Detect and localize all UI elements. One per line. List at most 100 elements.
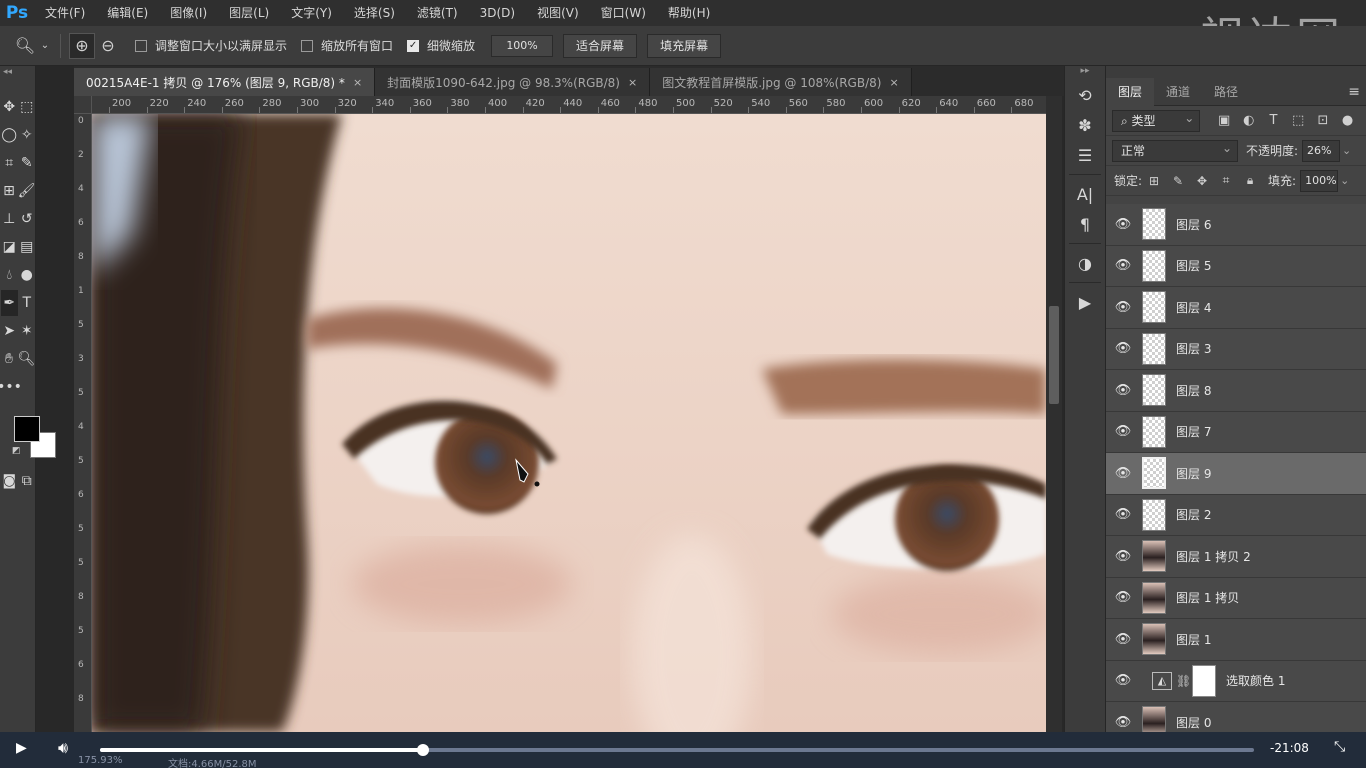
visibility-eye-icon[interactable]: 👁︎ — [1106, 258, 1140, 273]
menu-item-4[interactable]: 文字(Y) — [280, 0, 343, 26]
filter-smart-object-icon[interactable]: ⊡ — [1311, 113, 1336, 128]
play-icon[interactable]: ▶ — [16, 740, 27, 756]
tab-document-3[interactable]: 图文教程首屏模版.jpg @ 108%(RGB/8) × — [650, 68, 912, 96]
default-colors-icon[interactable]: ◩ — [12, 446, 21, 456]
layer-row[interactable]: 👁︎ 图层 6 — [1106, 204, 1366, 246]
resize-windows-checkbox[interactable]: 调整窗口大小以满屏显示 — [135, 37, 287, 54]
visibility-eye-icon[interactable]: 👁︎ — [1106, 300, 1140, 315]
zoom-tool-panel-icon[interactable]: 🔍︎ — [18, 346, 36, 372]
lasso-tool-icon[interactable]: ◯ — [1, 122, 18, 148]
menu-item-5[interactable]: 选择(S) — [343, 0, 406, 26]
volume-icon[interactable]: 🔊︎ — [58, 738, 68, 758]
tab-document-2[interactable]: 封面模版1090-642.jpg @ 98.3%(RGB/8) × — [375, 68, 651, 96]
close-icon[interactable]: × — [353, 76, 362, 89]
eyedropper-tool-icon[interactable]: ✎ — [19, 150, 36, 176]
clone-stamp-tool-icon[interactable]: ⊥ — [1, 206, 18, 232]
layer-mask-thumbnail[interactable] — [1192, 664, 1216, 697]
crop-tool-icon[interactable]: ⌗ — [1, 150, 18, 176]
foreground-color-swatch[interactable] — [14, 416, 40, 442]
layer-row[interactable]: 👁︎ 图层 4 — [1106, 287, 1366, 329]
blend-mode-select[interactable]: 正常 — [1112, 138, 1238, 162]
menu-item-0[interactable]: 文件(F) — [34, 0, 96, 26]
video-progress-bar[interactable] — [100, 744, 1254, 756]
layer-row[interactable]: 👁︎ 图层 7 — [1106, 411, 1366, 453]
menu-item-7[interactable]: 3D(D) — [469, 0, 526, 26]
visibility-eye-icon[interactable]: 👁︎ — [1106, 632, 1140, 647]
visibility-eye-icon[interactable]: 👁︎ — [1106, 673, 1140, 688]
visibility-eye-icon[interactable]: 👁︎ — [1106, 424, 1140, 439]
document-canvas[interactable] — [92, 114, 1046, 732]
paragraph-panel-icon[interactable]: ¶ — [1065, 209, 1105, 239]
video-progress-knob[interactable] — [417, 744, 430, 756]
menu-item-10[interactable]: 帮助(H) — [657, 0, 721, 26]
type-tool-icon[interactable]: T — [19, 290, 36, 316]
visibility-eye-icon[interactable]: 👁︎ — [1106, 383, 1140, 398]
layer-row[interactable]: 👁︎ 图层 9 — [1106, 453, 1366, 495]
collapse-arrows-icon[interactable]: ◂◂ — [0, 66, 35, 80]
layer-row[interactable]: 👁︎ 图层 1 拷贝 — [1106, 577, 1366, 619]
layer-row[interactable]: 👁︎ 图层 1 — [1106, 619, 1366, 661]
lock-transparent-pixels-icon[interactable]: ⊞ — [1142, 174, 1166, 188]
scrollbar-thumb[interactable] — [1049, 306, 1059, 404]
visibility-eye-icon[interactable]: 👁︎ — [1106, 715, 1140, 730]
tab-paths[interactable]: 路径 — [1202, 78, 1250, 106]
layer-row[interactable]: 👁︎ ◭ ⛓︎ 选取颜色 1 — [1106, 660, 1366, 702]
eraser-tool-icon[interactable]: ◪ — [1, 234, 18, 260]
zoom-100-button[interactable]: 100% — [491, 34, 554, 57]
visibility-eye-icon[interactable]: 👁︎ — [1106, 507, 1140, 522]
character-panel-icon[interactable]: A| — [1065, 179, 1105, 209]
layer-row[interactable]: 👁︎ 图层 5 — [1106, 245, 1366, 287]
scrubby-zoom-checkbox[interactable]: ✓ 细微缩放 — [407, 37, 475, 54]
tool-preset-chevron-icon[interactable]: ⌄ — [38, 33, 52, 59]
adjustments-panel-icon[interactable]: ☰ — [1065, 140, 1105, 170]
layer-row[interactable]: 👁︎ 图层 3 — [1106, 328, 1366, 370]
menu-item-3[interactable]: 图层(L) — [218, 0, 280, 26]
layer-row[interactable]: 👁︎ 图层 8 — [1106, 370, 1366, 412]
menu-item-9[interactable]: 窗口(W) — [590, 0, 657, 26]
healing-brush-tool-icon[interactable]: ⊞ — [1, 178, 17, 204]
collapse-arrows-icon[interactable]: ▸▸ — [1065, 66, 1105, 80]
panel-menu-icon[interactable]: ≡ — [1348, 84, 1360, 100]
hand-tool-icon[interactable]: ✋︎ — [1, 346, 17, 372]
gradient-tool-icon[interactable]: ▤ — [19, 234, 36, 260]
fill-screen-button[interactable]: 填充屏幕 — [647, 33, 722, 58]
quick-mask-icon[interactable]: ◙ — [1, 468, 18, 494]
filter-shape-icon[interactable]: ⬚ — [1286, 113, 1311, 128]
brush-tool-icon[interactable]: 🖌︎ — [18, 178, 36, 204]
close-icon[interactable]: × — [628, 76, 637, 89]
lock-all-icon[interactable]: 🔒︎ — [1238, 173, 1262, 188]
fullscreen-icon[interactable]: ⤡ — [1334, 739, 1345, 755]
blur-tool-icon[interactable]: 💧︎ — [1, 262, 18, 288]
opacity-dropdown-icon[interactable]: ⌄ — [1342, 144, 1356, 157]
properties-panel-icon[interactable]: ◑ — [1065, 248, 1105, 278]
path-selection-tool-icon[interactable]: ➤ — [1, 318, 18, 344]
screen-mode-icon[interactable]: ⧉ — [19, 468, 36, 494]
filter-adjustment-icon[interactable]: ◐ — [1236, 113, 1261, 128]
visibility-eye-icon[interactable]: 👁︎ — [1106, 590, 1140, 605]
fill-input[interactable]: 100% — [1300, 169, 1339, 192]
history-brush-tool-icon[interactable]: ↺ — [19, 206, 36, 232]
filter-type-icon[interactable]: T — [1261, 113, 1286, 128]
fit-screen-button[interactable]: 适合屏幕 — [563, 33, 638, 58]
zoom-in-icon[interactable]: ⊕ — [69, 32, 95, 59]
filter-pixel-icon[interactable]: ▣ — [1212, 113, 1237, 128]
marquee-tool-icon[interactable]: ⬚ — [19, 94, 36, 120]
visibility-eye-icon[interactable]: 👁︎ — [1106, 466, 1140, 481]
tab-channels[interactable]: 通道 — [1154, 78, 1202, 106]
mask-link-icon[interactable]: ⛓︎ — [1176, 674, 1191, 688]
zoom-all-windows-checkbox[interactable]: 缩放所有窗口 — [301, 37, 393, 54]
layer-row[interactable]: 👁︎ 图层 2 — [1106, 494, 1366, 536]
visibility-eye-icon[interactable]: 👁︎ — [1106, 341, 1140, 356]
brush-settings-panel-icon[interactable]: ✽ — [1065, 110, 1105, 140]
move-tool-icon[interactable]: ✥ — [1, 94, 18, 120]
actions-panel-icon[interactable]: ▶ — [1065, 287, 1105, 317]
fill-dropdown-icon[interactable]: ⌄ — [1340, 174, 1354, 187]
layer-row[interactable]: 👁︎ 图层 1 拷贝 2 — [1106, 536, 1366, 578]
lock-artboard-icon[interactable]: ⌗ — [1214, 173, 1238, 188]
more-tools-icon[interactable]: ••• — [0, 374, 22, 400]
history-panel-icon[interactable]: ⟲ — [1065, 80, 1105, 110]
close-icon[interactable]: × — [889, 76, 898, 89]
lock-position-icon[interactable]: ✥ — [1190, 174, 1214, 188]
lock-image-pixels-icon[interactable]: ✎ — [1166, 174, 1190, 188]
pen-tool-icon[interactable]: ✒ — [1, 290, 18, 316]
